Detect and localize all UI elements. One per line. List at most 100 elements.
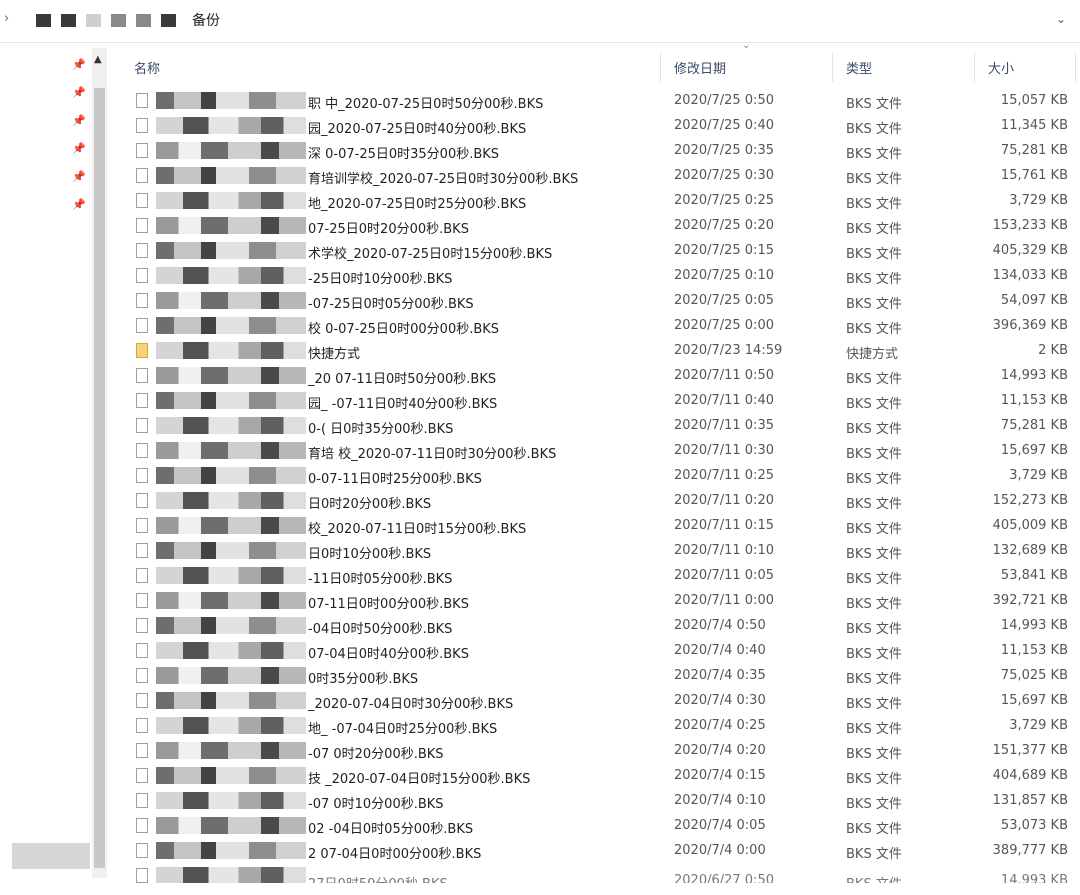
file-row[interactable]: 职 中_2020-07-25日0时50分00秒.BKS 2020/7/25 0:5… [120, 88, 1080, 113]
file-icon [136, 118, 148, 133]
file-row[interactable]: 02 -04日0时05分00秒.BKS 2020/7/4 0:05 BKS 文件 53… [120, 813, 1080, 838]
file-row[interactable]: 快捷方式 2020/7/23 14:59 快捷方式 2 KB [120, 338, 1080, 363]
navigation-scrollbar[interactable]: ▲ [92, 48, 107, 878]
file-modified: 2020/7/4 0:50 [674, 618, 766, 633]
chevron-down-icon[interactable]: ⌄ [1056, 12, 1066, 26]
file-row[interactable]: 校_2020-07-11日0时15分00秒.BKS 2020/7/11 0:15 B… [120, 513, 1080, 538]
breadcrumb[interactable]: 备份 [36, 11, 220, 29]
file-size: 75,281 KB [1000, 418, 1068, 433]
file-type: BKS 文件 [846, 772, 902, 787]
file-icon [136, 768, 148, 783]
pin-icon[interactable]: 📌 [72, 86, 86, 100]
horizontal-scrollbar[interactable] [12, 843, 90, 869]
file-type: BKS 文件 [846, 322, 902, 337]
redacted-name-mosaic [156, 817, 306, 834]
file-icon [136, 868, 148, 883]
breadcrumb-segment[interactable] [36, 13, 51, 27]
file-name: 术学校_2020-07-25日0时15分00秒.BKS [308, 247, 553, 262]
scrollbar-thumb[interactable] [94, 88, 105, 868]
file-icon [136, 168, 148, 183]
file-icon [136, 468, 148, 483]
column-divider[interactable] [1075, 52, 1076, 82]
pin-icon[interactable]: 📌 [72, 142, 86, 156]
file-row[interactable]: 07-25日0时20分00秒.BKS 2020/7/25 0:20 BKS 文件 15… [120, 213, 1080, 238]
file-row[interactable]: 园_2020-07-25日0时40分00秒.BKS 2020/7/25 0:40 B… [120, 113, 1080, 138]
redacted-name-mosaic [156, 292, 306, 309]
file-row[interactable]: _20 07-11日0时50分00秒.BKS 2020/7/11 0:50 BKS … [120, 363, 1080, 388]
file-icon [136, 393, 148, 408]
file-size: 3,729 KB [1009, 468, 1068, 483]
file-row[interactable]: 育培训学校_2020-07-25日0时30分00秒.BKS 2020/7/25 0… [120, 163, 1080, 188]
file-row[interactable]: 地_ -07-04日0时25分00秒.BKS 2020/7/4 0:25 BKS 文… [120, 713, 1080, 738]
file-icon [136, 143, 148, 158]
column-name[interactable]: 名称 [134, 58, 160, 77]
file-row[interactable]: -07 0时20分00秒.BKS 2020/7/4 0:20 BKS 文件 151,3… [120, 738, 1080, 763]
breadcrumb-segment[interactable] [136, 13, 151, 27]
pin-icon[interactable]: 📌 [72, 170, 86, 184]
file-modified: 2020/7/25 0:00 [674, 318, 774, 333]
file-type: 快捷方式 [846, 347, 899, 362]
file-modified: 2020/7/11 0:05 [674, 568, 774, 583]
file-row[interactable]: 2 07-04日0时00分00秒.BKS 2020/7/4 0:00 BKS 文件 3… [120, 838, 1080, 863]
breadcrumb-segment[interactable] [161, 13, 176, 27]
column-type[interactable]: 类型 [846, 58, 872, 77]
column-size[interactable]: 大小 [988, 58, 1014, 77]
redacted-name-mosaic [156, 767, 306, 784]
file-row[interactable]: 0时35分00秒.BKS 2020/7/4 0:35 BKS 文件 75,025 KB [120, 663, 1080, 688]
file-size: 75,281 KB [1000, 143, 1068, 158]
file-size: 151,377 KB [992, 743, 1068, 758]
file-type: BKS 文件 [846, 122, 902, 137]
address-bar[interactable]: › 备份 ⌄ [0, 0, 1080, 43]
file-row[interactable]: 术学校_2020-07-25日0时15分00秒.BKS 2020/7/25 0:1… [120, 238, 1080, 263]
file-row[interactable]: -07 0时10分00秒.BKS 2020/7/4 0:10 BKS 文件 131,8… [120, 788, 1080, 813]
file-size: 392,721 KB [992, 593, 1068, 608]
column-divider[interactable] [660, 52, 661, 82]
breadcrumb-segment[interactable] [86, 13, 101, 27]
file-row[interactable]: 0-07-11日0时25分00秒.BKS 2020/7/11 0:25 BKS 文件… [120, 463, 1080, 488]
file-modified: 2020/7/25 0:20 [674, 218, 774, 233]
file-type: BKS 文件 [846, 722, 902, 737]
file-row[interactable]: 27日0时50分00秒.BKS 2020/6/27 0:50 BKS 文件 14,99… [120, 863, 1080, 883]
pin-icon[interactable]: 📌 [72, 114, 86, 128]
column-modified[interactable]: 修改日期 [674, 58, 726, 77]
file-type: BKS 文件 [846, 873, 902, 883]
file-modified: 2020/7/11 0:35 [674, 418, 774, 433]
file-type: BKS 文件 [846, 447, 902, 462]
file-name: 0-07-11日0时25分00秒.BKS [308, 472, 482, 487]
file-icon [136, 368, 148, 383]
file-row[interactable]: 育培 校_2020-07-11日0时30分00秒.BKS 2020/7/11 0:… [120, 438, 1080, 463]
file-row[interactable]: -11日0时05分00秒.BKS 2020/7/11 0:05 BKS 文件 53,8… [120, 563, 1080, 588]
file-row[interactable]: 07-04日0时40分00秒.BKS 2020/7/4 0:40 BKS 文件 11,… [120, 638, 1080, 663]
file-size: 404,689 KB [992, 768, 1068, 783]
file-row[interactable]: -07-25日0时05分00秒.BKS 2020/7/25 0:05 BKS 文件 5… [120, 288, 1080, 313]
current-folder-name[interactable]: 备份 [192, 10, 220, 30]
file-name: 02 -04日0时05分00秒.BKS [308, 822, 474, 837]
pin-icon[interactable]: 📌 [72, 198, 86, 212]
scroll-up-icon[interactable]: ▲ [94, 54, 102, 65]
file-name: 2 07-04日0时00分00秒.BKS [308, 847, 482, 862]
file-row[interactable]: _2020-07-04日0时30分00秒.BKS 2020/7/4 0:30 BKS… [120, 688, 1080, 713]
breadcrumb-segment[interactable] [61, 13, 76, 27]
file-row[interactable]: 校 0-07-25日0时00分00秒.BKS 2020/7/25 0:00 BKS … [120, 313, 1080, 338]
file-type: BKS 文件 [846, 547, 902, 562]
file-row[interactable]: 地_2020-07-25日0时25分00秒.BKS 2020/7/25 0:25 B… [120, 188, 1080, 213]
file-row[interactable]: 日0时10分00秒.BKS 2020/7/11 0:10 BKS 文件 132,689… [120, 538, 1080, 563]
file-row[interactable]: 园_ -07-11日0时40分00秒.BKS 2020/7/11 0:40 BKS … [120, 388, 1080, 413]
file-type: BKS 文件 [846, 97, 902, 112]
chevron-right-icon[interactable]: › [4, 11, 9, 26]
file-row[interactable]: -04日0时50分00秒.BKS 2020/7/4 0:50 BKS 文件 14,99… [120, 613, 1080, 638]
file-row[interactable]: 日0时20分00秒.BKS 2020/7/11 0:20 BKS 文件 152,273… [120, 488, 1080, 513]
column-divider[interactable] [832, 52, 833, 82]
file-row[interactable]: -25日0时10分00秒.BKS 2020/7/25 0:10 BKS 文件 134,… [120, 263, 1080, 288]
file-row[interactable]: 深 0-07-25日0时35分00秒.BKS 2020/7/25 0:35 BKS … [120, 138, 1080, 163]
file-row[interactable]: 07-11日0时00分00秒.BKS 2020/7/11 0:00 BKS 文件 39… [120, 588, 1080, 613]
column-divider[interactable] [974, 52, 975, 82]
pin-icon[interactable]: 📌 [72, 58, 86, 72]
file-row[interactable]: 0-( 日0时35分00秒.BKS 2020/7/11 0:35 BKS 文件 75,… [120, 413, 1080, 438]
file-row[interactable]: 技 _2020-07-04日0时15分00秒.BKS 2020/7/4 0:15 B… [120, 763, 1080, 788]
file-type: BKS 文件 [846, 297, 902, 312]
file-type: BKS 文件 [846, 747, 902, 762]
file-size: 15,697 KB [1000, 443, 1068, 458]
breadcrumb-segment[interactable] [111, 13, 126, 27]
file-icon [136, 718, 148, 733]
